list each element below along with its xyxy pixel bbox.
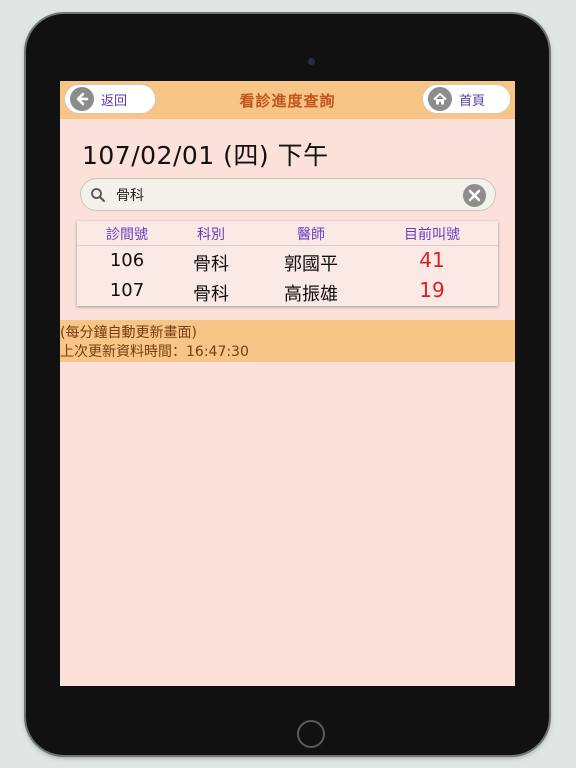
header-department: 科別 (197, 227, 225, 243)
session-date: 107/02/01 (四) 下午 (82, 141, 329, 170)
clear-search-button[interactable] (463, 184, 486, 207)
device-home-button[interactable] (297, 720, 325, 748)
search-bar[interactable] (80, 178, 496, 211)
table-row: 107 骨科 高振雄 19 (77, 276, 498, 305)
header-room: 診間號 (106, 227, 148, 243)
room-number: 106 (109, 250, 145, 271)
department: 骨科 (193, 284, 229, 305)
header-current-number: 目前叫號 (404, 227, 460, 243)
current-number: 41 (419, 248, 445, 272)
doctor-name: 郭國平 (284, 254, 338, 275)
update-info-bar: (每分鐘自動更新畫面) 上次更新資料時間：16:47:30 (60, 320, 515, 362)
search-icon (91, 187, 105, 202)
department: 骨科 (193, 254, 229, 275)
home-button-label: 首頁 (459, 93, 486, 109)
home-icon (428, 87, 452, 111)
room-number: 107 (109, 280, 145, 301)
nav-bar: 返回 看診進度查詢 首頁 (60, 81, 515, 119)
app-screen: 返回 看診進度查詢 首頁 107/02/01 (四) 下午 骨科 診間號 科別 … (60, 81, 515, 686)
table-header: 診間號 科別 醫師 目前叫號 (77, 221, 498, 246)
close-icon (468, 189, 481, 202)
search-input[interactable] (114, 185, 448, 204)
progress-table: 診間號 科別 醫師 目前叫號 106 骨科 郭國平 41 107 骨科 高振雄 … (77, 221, 498, 306)
current-number: 19 (419, 278, 445, 302)
header-doctor: 醫師 (297, 227, 325, 243)
last-update-time: 上次更新資料時間：16:47:30 (60, 344, 249, 360)
camera-icon (308, 58, 315, 65)
doctor-name: 高振雄 (284, 284, 338, 305)
home-button[interactable]: 首頁 (422, 84, 511, 114)
auto-refresh-note: (每分鐘自動更新畫面) (60, 325, 197, 341)
table-row: 106 骨科 郭國平 41 (77, 246, 498, 275)
